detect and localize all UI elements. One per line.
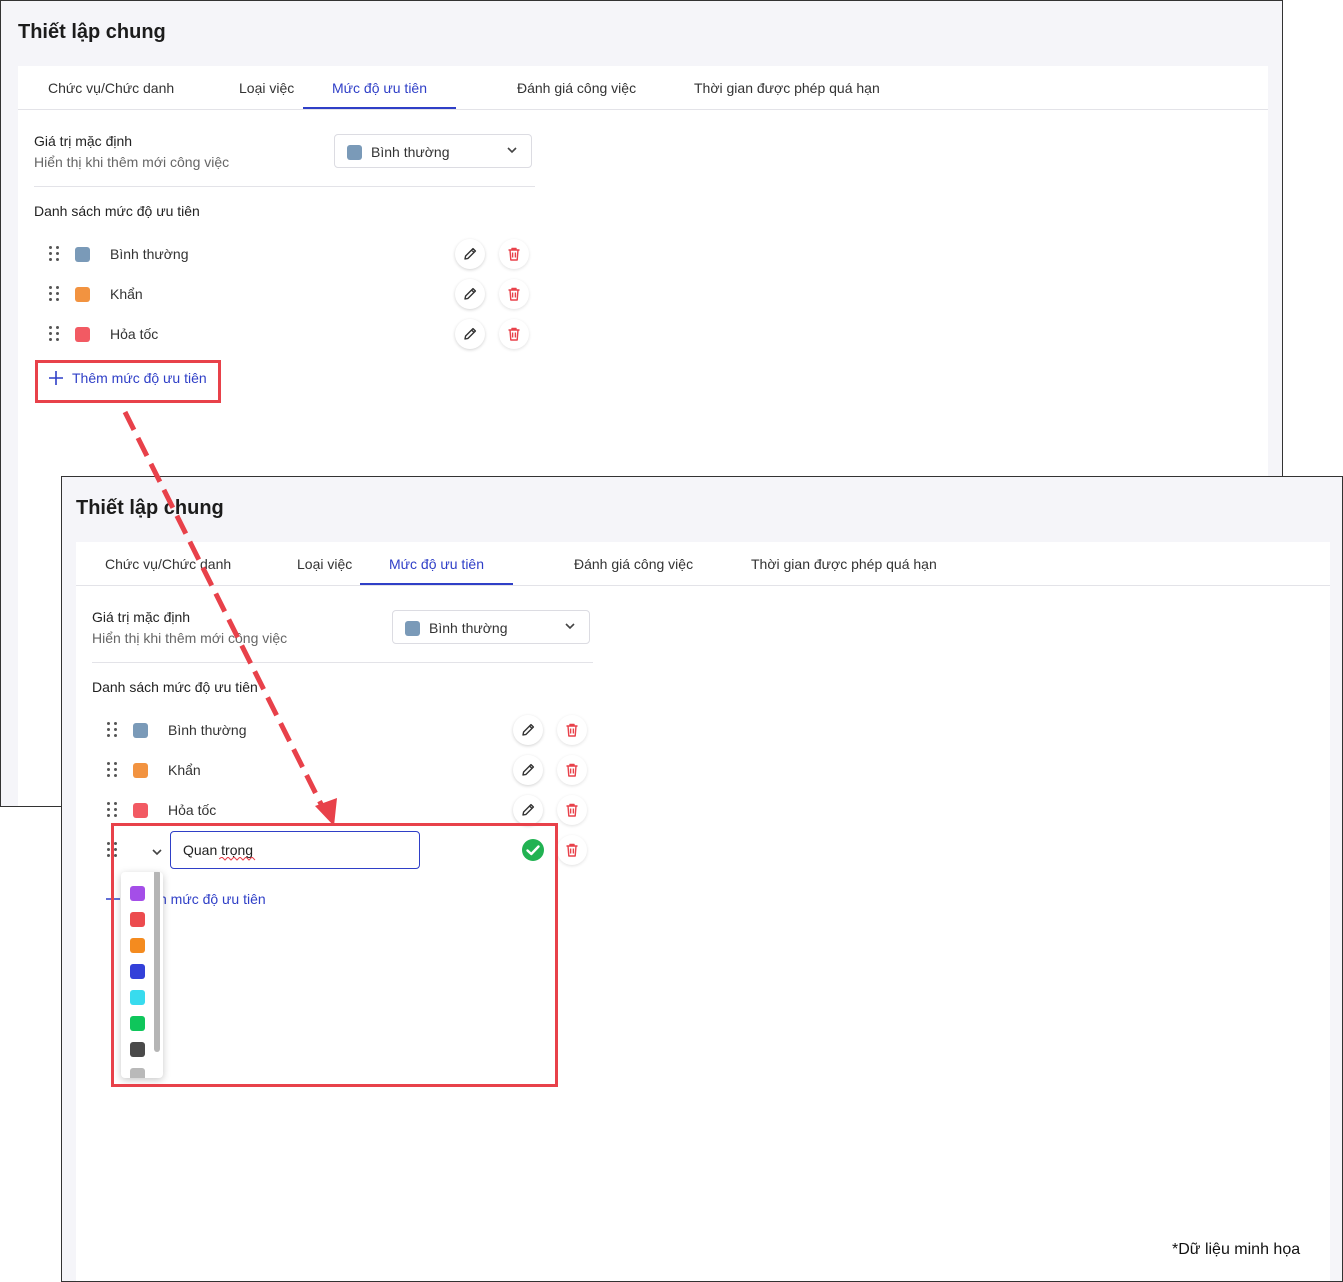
dashed-arrow [122,410,337,826]
footnote: *Dữ liệu minh họa [1172,1241,1301,1258]
